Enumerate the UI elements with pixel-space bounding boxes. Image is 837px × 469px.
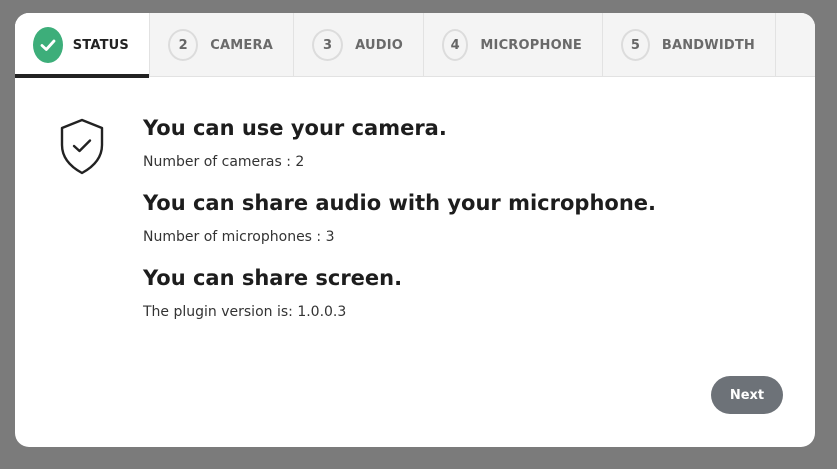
tab-audio-label: AUDIO <box>355 37 403 53</box>
camera-status-heading: You can use your camera. <box>143 116 447 140</box>
microphone-count-text: Number of microphones : 3 <box>143 229 335 245</box>
step-number: 2 <box>168 29 199 61</box>
tab-audio[interactable]: 3 AUDIO <box>294 13 424 77</box>
device-check-dialog: STATUS 2 CAMERA 3 AUDIO 4 MICROPHONE 5 B… <box>15 13 815 447</box>
tab-camera[interactable]: 2 CAMERA <box>150 13 294 77</box>
tab-status[interactable]: STATUS <box>15 13 150 78</box>
microphone-status-heading: You can share audio with your microphone… <box>143 191 656 215</box>
step-number: 4 <box>442 29 469 61</box>
next-button[interactable]: Next <box>711 376 783 414</box>
shield-check-icon <box>58 117 106 175</box>
plugin-version-text: The plugin version is: 1.0.0.3 <box>143 304 347 320</box>
tab-status-label: STATUS <box>72 37 129 53</box>
tab-microphone-label: MICROPHONE <box>480 37 582 53</box>
camera-count-text: Number of cameras : 2 <box>143 154 305 170</box>
check-icon <box>33 27 63 63</box>
step-tabs: STATUS 2 CAMERA 3 AUDIO 4 MICROPHONE 5 B… <box>15 13 815 78</box>
step-number: 5 <box>621 29 650 61</box>
tab-bandwidth[interactable]: 5 BANDWIDTH <box>603 13 776 77</box>
tab-microphone[interactable]: 4 MICROPHONE <box>424 13 603 77</box>
step-number: 3 <box>312 29 344 61</box>
status-content: You can use your camera. Number of camer… <box>143 111 783 336</box>
tab-camera-label: CAMERA <box>210 37 273 53</box>
screen-share-status-heading: You can share screen. <box>143 266 403 290</box>
tab-bandwidth-label: BANDWIDTH <box>661 37 755 53</box>
